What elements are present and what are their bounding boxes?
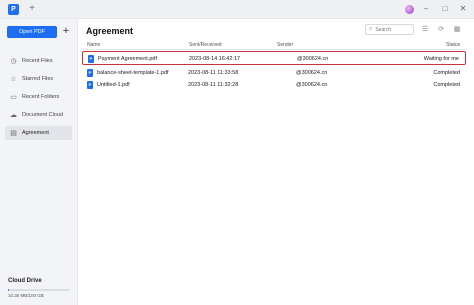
search-box[interactable]: ⌕ bbox=[365, 24, 414, 35]
file-name: balance-sheet-template-1.pdf bbox=[97, 70, 169, 76]
status-text: Completed bbox=[433, 70, 460, 76]
sidebar-item-starred-files[interactable]: ☆ Starred Files bbox=[5, 72, 72, 86]
sidebar-item-document-cloud[interactable]: ☁ Document Cloud bbox=[5, 108, 72, 122]
sidebar-item-label: Recent Folders bbox=[22, 94, 60, 100]
sidebar-item-agreement[interactable]: ▤ Agreement bbox=[5, 126, 72, 140]
close-button[interactable]: ✕ bbox=[457, 3, 469, 15]
grid-view-icon[interactable]: ▦ bbox=[452, 25, 462, 35]
sent-date: 2023-08-14 16:42:17 bbox=[189, 56, 241, 62]
page-title: Agreement bbox=[86, 26, 134, 36]
create-button[interactable]: + bbox=[60, 25, 72, 38]
list-view-icon[interactable]: ☰ bbox=[420, 25, 430, 35]
app-logo-icon: P bbox=[8, 4, 19, 15]
storage-usage-text: 10.36 MB/100 GB bbox=[8, 293, 44, 298]
status-text: Waiting for me bbox=[423, 56, 459, 62]
sidebar-item-label: Document Cloud bbox=[22, 112, 63, 118]
sent-date: 2023-08-11 11:32:28 bbox=[188, 82, 239, 88]
cloud-icon: ☁ bbox=[10, 111, 17, 119]
column-header-sender[interactable]: Sender bbox=[277, 42, 293, 48]
sidebar-item-label: Starred Files bbox=[22, 76, 54, 82]
search-input[interactable] bbox=[375, 26, 412, 33]
table-row[interactable]: P Payment Agreement.pdf 2023-08-14 16:42… bbox=[82, 51, 466, 65]
file-name: Untitled-1.pdf bbox=[97, 82, 130, 88]
avatar[interactable] bbox=[405, 5, 414, 14]
open-pdf-button[interactable]: Open PDF bbox=[7, 26, 57, 38]
maximize-button[interactable]: □ bbox=[439, 3, 451, 15]
sent-date: 2023-08-11 11:33:58 bbox=[188, 70, 239, 76]
minimize-button[interactable]: – bbox=[420, 3, 432, 15]
storage-bar bbox=[8, 289, 70, 291]
pdf-file-icon: P bbox=[87, 81, 93, 89]
cloud-drive-title[interactable]: Cloud Drive bbox=[8, 278, 42, 284]
sender: @300624.cn bbox=[296, 70, 328, 76]
title-bar: P + – □ ✕ bbox=[0, 0, 474, 19]
column-header-status[interactable]: Status bbox=[446, 42, 460, 48]
sidebar: Open PDF + ◷ Recent Files ☆ Starred File… bbox=[0, 19, 78, 305]
table-row[interactable]: P Untitled-1.pdf 2023-08-11 11:32:28 @30… bbox=[82, 78, 466, 92]
status-text: Completed bbox=[433, 82, 460, 88]
column-header-sent[interactable]: Sent/Received bbox=[189, 42, 222, 48]
file-name: Payment Agreement.pdf bbox=[98, 56, 158, 62]
sender: @300624.cn bbox=[297, 56, 329, 62]
sidebar-item-label: Recent Files bbox=[22, 58, 53, 64]
document-icon: ▤ bbox=[10, 129, 17, 137]
sidebar-item-recent-files[interactable]: ◷ Recent Files bbox=[5, 54, 72, 68]
star-icon: ☆ bbox=[10, 75, 17, 83]
pdf-file-icon: P bbox=[87, 69, 93, 77]
column-header-name[interactable]: Name bbox=[87, 42, 100, 48]
folder-icon: ▭ bbox=[10, 93, 17, 101]
sidebar-item-recent-folders[interactable]: ▭ Recent Folders bbox=[5, 90, 72, 104]
pdf-file-icon: P bbox=[88, 55, 94, 63]
storage-fill bbox=[8, 289, 10, 291]
search-icon: ⌕ bbox=[369, 26, 373, 32]
header-divider bbox=[82, 49, 466, 50]
sender: @300624.cn bbox=[296, 82, 328, 88]
new-tab-button[interactable]: + bbox=[26, 2, 38, 16]
sidebar-item-label: Agreement bbox=[22, 130, 49, 136]
refresh-icon[interactable]: ⟳ bbox=[436, 25, 446, 35]
clock-icon: ◷ bbox=[10, 57, 17, 65]
